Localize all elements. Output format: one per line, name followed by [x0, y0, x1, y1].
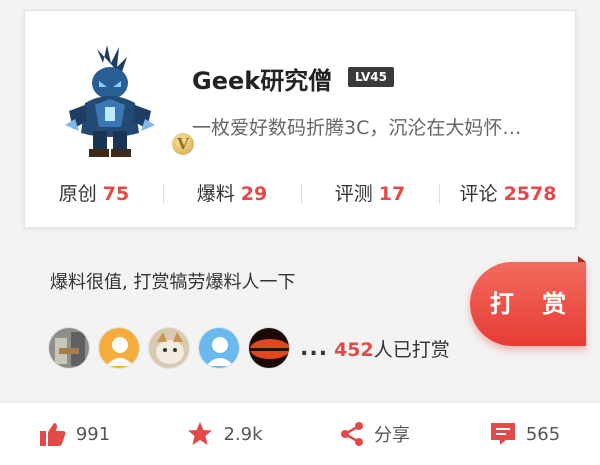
thumbs-up-icon	[39, 423, 66, 446]
stat-value: 29	[240, 183, 268, 205]
author-card[interactable]: V Geek研究僧 LV45 一枚爱好数码折腾3C，沉沦在大妈怀… 原创 75 爆…	[24, 10, 576, 228]
author-bio: 一枚爱好数码折腾3C，沉沦在大妈怀…	[192, 117, 522, 139]
more-tippers-ellipsis: ...	[300, 335, 329, 361]
tipper-avatar[interactable]	[148, 327, 190, 369]
share-button[interactable]: 分享	[300, 403, 450, 465]
stat-label: 评论	[459, 183, 498, 205]
comment-button[interactable]: 565	[450, 403, 600, 465]
tipper-list[interactable]: ... 452人已打赏	[48, 326, 450, 370]
action-bar: 991 2.9k 分享 565	[0, 402, 600, 465]
level-badge: LV45	[348, 67, 394, 87]
author-stats: 原创 75 爆料 29 评测 17 评论 2578	[25, 176, 577, 212]
like-count: 991	[75, 423, 111, 445]
star-icon	[188, 422, 213, 445]
tipper-avatar[interactable]	[98, 327, 140, 369]
tip-button[interactable]: 打 赏	[470, 262, 586, 346]
tipper-avatar[interactable]	[198, 327, 240, 369]
tipper-avatar[interactable]	[248, 327, 290, 369]
stat-label: 爆料	[196, 183, 235, 205]
tipper-avatar[interactable]	[48, 327, 90, 369]
tip-count: 452人已打赏	[334, 335, 450, 362]
stat-reviews[interactable]: 评测 17	[301, 176, 439, 212]
tip-message: 爆料很值, 打赏犒劳爆料人一下	[50, 272, 296, 293]
stat-comments[interactable]: 评论 2578	[439, 176, 577, 212]
stat-original[interactable]: 原创 75	[25, 176, 163, 212]
favorite-count: 2.9k	[223, 423, 263, 445]
stat-deals[interactable]: 爆料 29	[163, 176, 301, 212]
favorite-button[interactable]: 2.9k	[150, 403, 300, 465]
tip-count-suffix: 人已打赏	[373, 338, 450, 361]
share-label: 分享	[374, 425, 410, 446]
like-button[interactable]: 991	[0, 403, 150, 465]
comment-count: 565	[525, 423, 561, 445]
stat-label: 评测	[334, 183, 373, 205]
stat-value: 2578	[503, 183, 557, 205]
author-avatar[interactable]	[55, 41, 165, 161]
share-icon	[341, 422, 363, 446]
author-name[interactable]: Geek研究僧	[192, 61, 332, 96]
article-author-panel: V Geek研究僧 LV45 一枚爱好数码折腾3C，沉沦在大妈怀… 原创 75 爆…	[0, 0, 600, 465]
stat-value: 75	[102, 183, 130, 205]
stat-value: 17	[378, 183, 406, 205]
tip-count-number: 452	[334, 338, 374, 361]
comment-icon	[490, 423, 515, 445]
stat-label: 原创	[58, 183, 97, 205]
